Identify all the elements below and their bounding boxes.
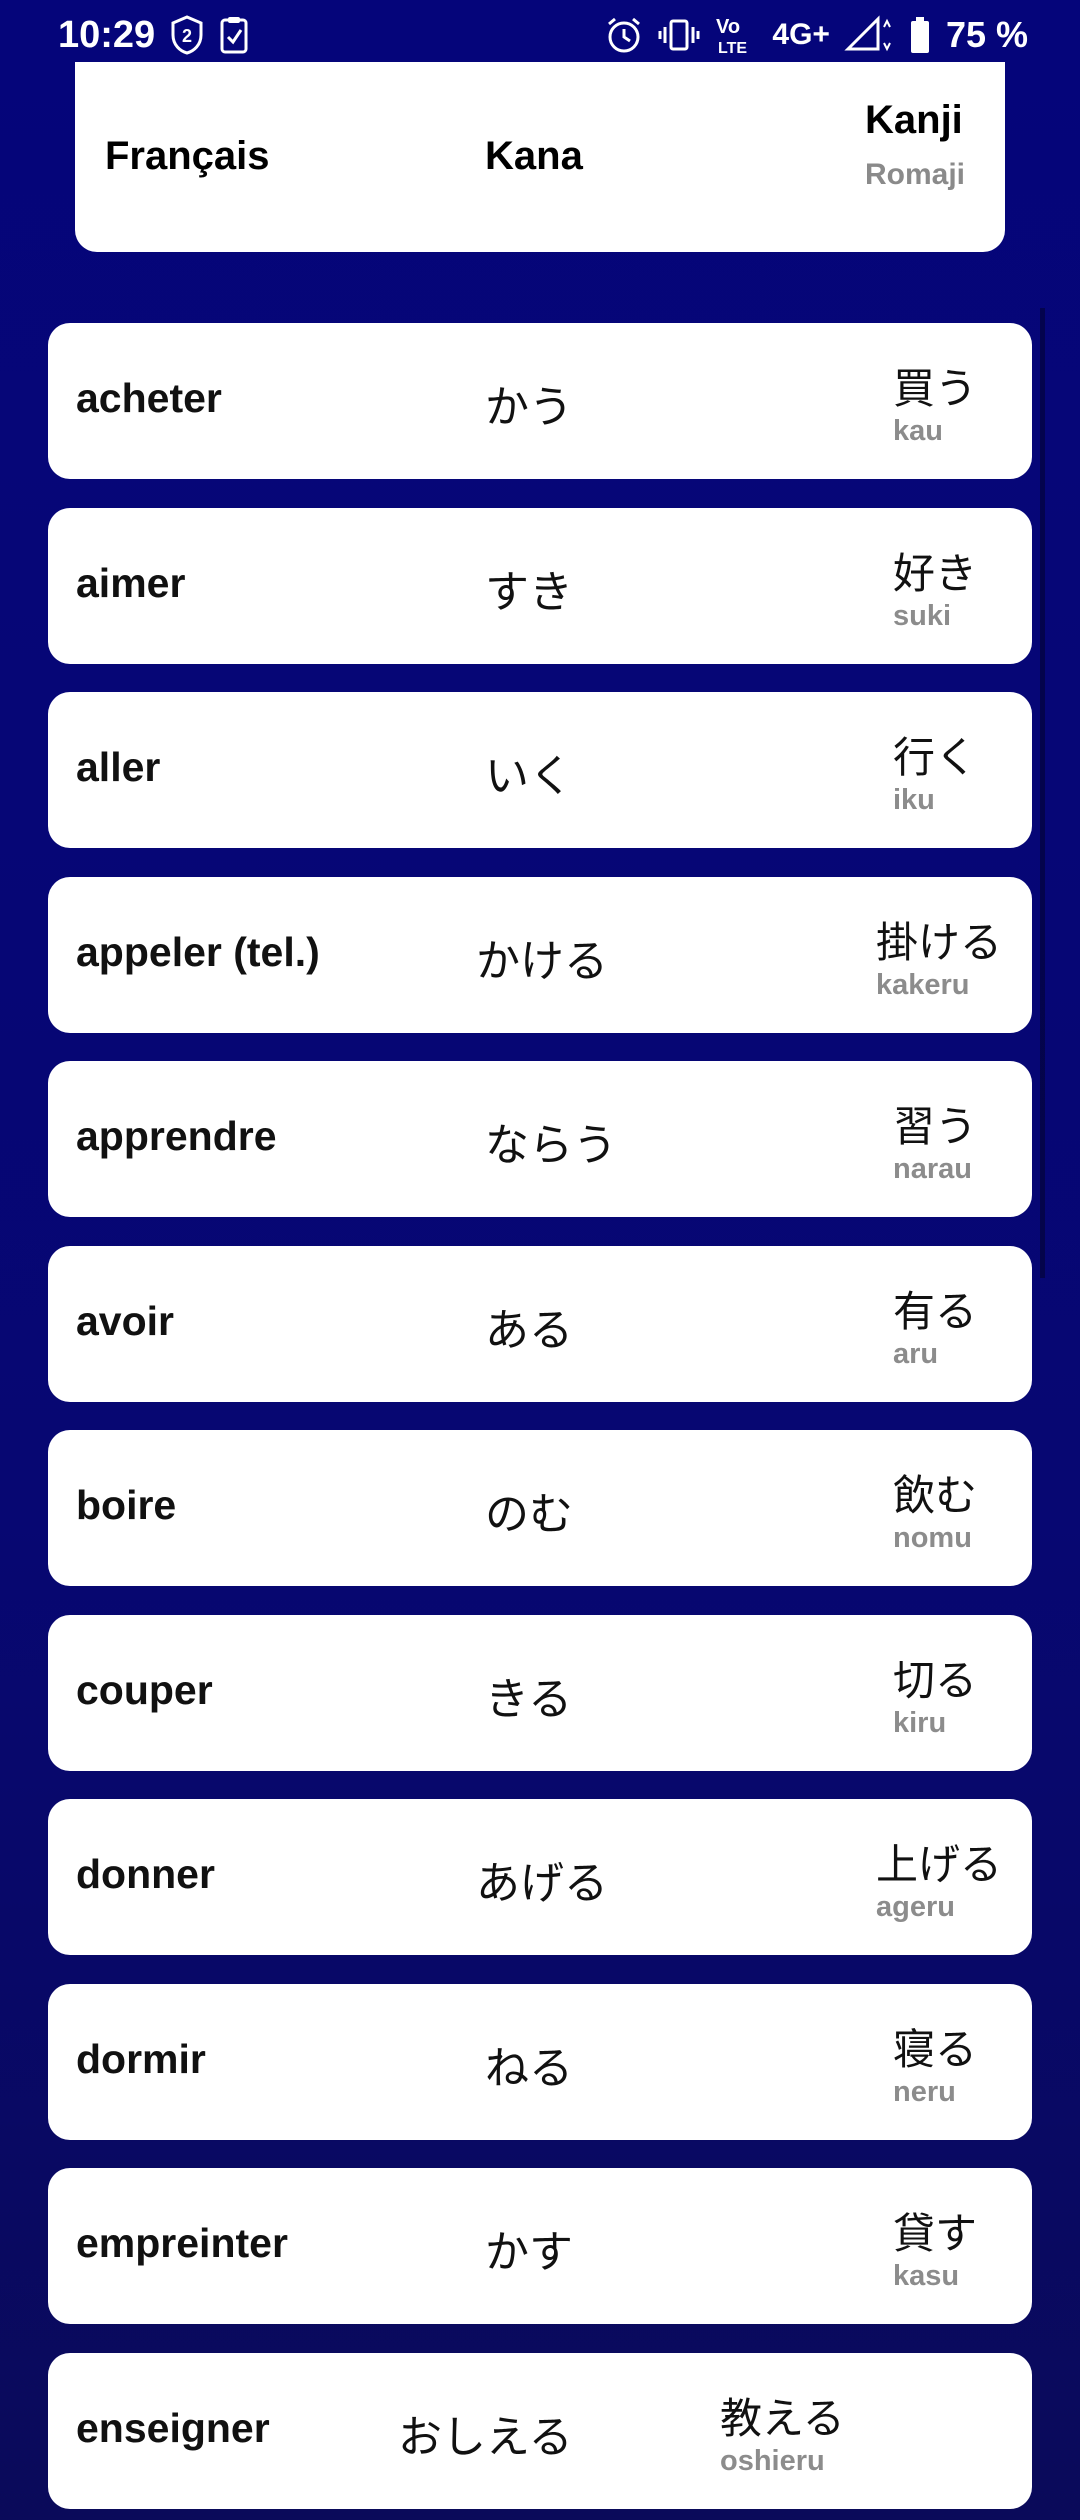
- word-card[interactable]: boire のむ 飲む nomu: [48, 1430, 1032, 1586]
- word-romaji: kakeru: [876, 968, 970, 1001]
- word-kana: すき: [485, 566, 573, 618]
- word-card[interactable]: aimer すき 好き suki: [48, 507, 1032, 664]
- word-kana: いく: [485, 751, 573, 802]
- word-card[interactable]: acheter かう 買う kau: [48, 323, 1032, 479]
- word-francais: appeler (tel.): [76, 928, 320, 975]
- word-romaji: nomu: [893, 1522, 972, 1554]
- word-card[interactable]: couper きる 切る kiru: [48, 1614, 1032, 1771]
- word-romaji: aru: [893, 1337, 939, 1370]
- word-card[interactable]: enseigner おしえる 教える oshieru: [48, 2352, 1032, 2509]
- word-romaji: oshieru: [720, 2444, 825, 2477]
- word-kana: ある: [485, 1304, 573, 1356]
- word-kana: かす: [485, 2227, 573, 2278]
- word-francais: dormir: [76, 2035, 206, 2082]
- word-romaji: kasu: [893, 2260, 960, 2292]
- word-card[interactable]: apprendre ならう 習う narau: [48, 1061, 1032, 1217]
- word-card[interactable]: dormir ねる 寝る neru: [48, 1983, 1032, 2140]
- word-kanji: 貸す: [893, 2209, 978, 2258]
- word-romaji: narau: [893, 1153, 972, 1185]
- word-romaji: iku: [893, 784, 935, 816]
- word-kana: かう: [485, 382, 573, 433]
- word-kanji: 行く: [893, 733, 978, 782]
- word-list[interactable]: acheter かう 買う kau aimer すき 好き suki aller いく 行く iku a…: [0, 0, 1080, 2520]
- word-card[interactable]: donner あげる 上げる ageru: [48, 1799, 1032, 1955]
- word-kana: きる: [485, 1673, 573, 1725]
- word-kana: かける: [476, 935, 608, 987]
- word-kana: おしえる: [398, 2411, 573, 2463]
- word-francais: empreinter: [76, 2220, 288, 2266]
- word-kana: ねる: [485, 2042, 573, 2094]
- word-card[interactable]: avoir ある 有る aru: [48, 1245, 1032, 1402]
- word-kanji: 教える: [720, 2393, 845, 2443]
- word-francais: aimer: [76, 559, 186, 606]
- word-romaji: suki: [893, 599, 952, 632]
- word-kanji: 有る: [893, 1286, 978, 1336]
- word-francais: donner: [76, 1851, 215, 1897]
- word-card[interactable]: aller いく 行く iku: [48, 692, 1032, 848]
- word-romaji: kau: [893, 415, 943, 447]
- word-kana: のむ: [485, 1489, 573, 1540]
- word-francais: couper: [76, 1666, 213, 1713]
- word-kanji: 切る: [893, 1655, 978, 1705]
- word-romaji: ageru: [876, 1891, 955, 1923]
- word-francais: acheter: [76, 375, 222, 421]
- word-romaji: neru: [893, 2075, 956, 2108]
- scrollbar[interactable]: [1040, 308, 1045, 1278]
- word-francais: avoir: [76, 1297, 174, 1344]
- word-kana: あげる: [476, 1858, 608, 1909]
- word-kanji: 習う: [893, 1102, 978, 1151]
- word-kanji: 上げる: [876, 1840, 1003, 1889]
- word-romaji: kiru: [893, 1706, 947, 1739]
- word-francais: apprendre: [76, 1113, 277, 1159]
- word-kanji: 寝る: [893, 2024, 978, 2074]
- word-francais: aller: [76, 744, 161, 790]
- word-kanji: 掛ける: [876, 917, 1003, 967]
- word-kanji: 飲む: [893, 1471, 978, 1520]
- word-francais: boire: [76, 1482, 177, 1528]
- word-francais: enseigner: [76, 2404, 270, 2451]
- word-kana: ならう: [485, 1120, 617, 1171]
- word-card[interactable]: empreinter かす 貸す kasu: [48, 2168, 1032, 2324]
- word-kanji: 好き: [893, 548, 978, 598]
- word-kanji: 買う: [893, 364, 978, 413]
- word-card[interactable]: appeler (tel.) かける 掛ける kakeru: [48, 876, 1032, 1033]
